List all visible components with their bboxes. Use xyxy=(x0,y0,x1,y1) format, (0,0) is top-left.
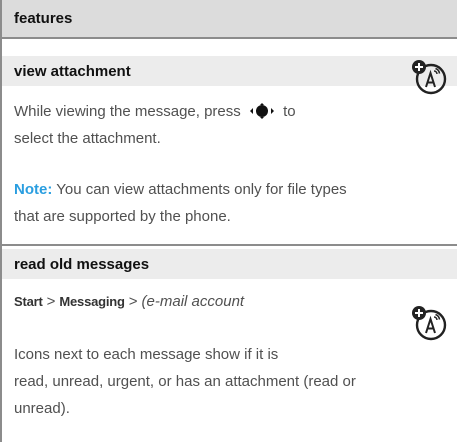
section-title-read-old-messages: read old messages xyxy=(14,256,150,273)
section-rule xyxy=(2,244,457,246)
header-rule xyxy=(2,37,457,39)
instruction-text-2: to xyxy=(283,103,296,120)
description-line-2: read, unread, urgent, or has an attachme… xyxy=(14,373,356,390)
table-header: features xyxy=(2,0,457,37)
network-feature-icon xyxy=(412,306,447,341)
instruction-text-3: select the attachment. xyxy=(14,130,161,147)
note-text-2: that are supported by the phone. xyxy=(14,208,231,225)
path-separator: > xyxy=(128,293,138,310)
description-line-3: unread). xyxy=(14,400,70,417)
path-account: (e-mail account xyxy=(141,293,245,310)
network-feature-icon xyxy=(412,60,447,95)
nav-key-icon xyxy=(249,103,274,119)
note-paragraph: Note: You can view attachments only for … xyxy=(14,176,347,230)
description-line-1: Icons next to each message show if it is xyxy=(14,346,279,363)
view-attachment-instructions: While viewing the message, press to sele… xyxy=(14,98,296,152)
section-view-attachment-band: view attachment xyxy=(2,56,457,86)
section-title-view-attachment: view attachment xyxy=(14,63,131,80)
menu-path: Start > Messaging > (e-mail account xyxy=(14,288,244,315)
read-old-messages-description: Icons next to each message show if it is… xyxy=(14,341,356,422)
instruction-text-1: While viewing the message, press xyxy=(14,103,241,120)
path-messaging: Messaging xyxy=(59,294,125,309)
note-label: Note: xyxy=(14,181,53,198)
section-read-old-messages-band: read old messages xyxy=(2,249,457,279)
path-start: Start xyxy=(14,294,43,309)
path-separator: > xyxy=(46,293,56,310)
header-title: features xyxy=(14,10,73,27)
features-table: features view attachment While viewing t… xyxy=(0,0,457,442)
note-text-1: You can view attachments only for file t… xyxy=(52,181,347,198)
